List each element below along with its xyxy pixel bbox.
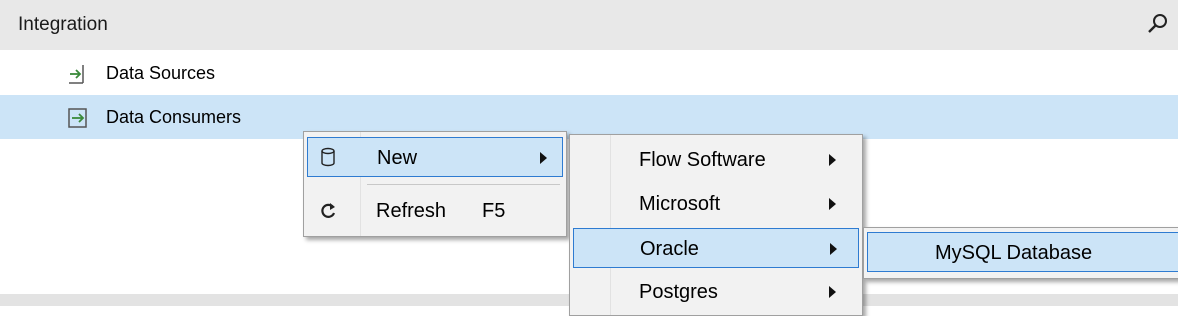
- menu-item-label: New: [377, 147, 418, 169]
- menu-item-flow-software[interactable]: Flow Software: [573, 140, 859, 180]
- menu-separator: [367, 184, 560, 185]
- chevron-right-icon: [540, 152, 547, 164]
- tree-item-data-sources[interactable]: Data Sources: [0, 51, 1178, 95]
- search-icon[interactable]: [1146, 12, 1170, 36]
- panel-title: Integration: [18, 14, 108, 35]
- tree-item-label: Data Consumers: [106, 107, 242, 127]
- database-icon: [318, 147, 338, 173]
- submenu-new: Flow Software Microsoft Oracle Postgres: [569, 134, 863, 316]
- menu-item-label: Flow Software: [639, 149, 766, 171]
- context-menu: New Refresh F5: [303, 131, 567, 237]
- menu-item-label: Microsoft: [639, 193, 721, 215]
- menu-item-mysql-database[interactable]: MySQL Database: [867, 232, 1178, 272]
- chevron-right-icon: [829, 286, 836, 298]
- tree-item-label: Data Sources: [106, 63, 216, 83]
- refresh-icon: [318, 201, 338, 227]
- data-consumer-icon: [67, 107, 89, 129]
- menu-item-shortcut: F5: [482, 200, 506, 222]
- menu-item-label: Oracle: [640, 238, 699, 260]
- menu-item-new[interactable]: New: [307, 137, 563, 177]
- submenu-oracle: MySQL Database: [863, 227, 1178, 279]
- tree-item-data-consumers[interactable]: Data Consumers: [0, 95, 1178, 139]
- menu-item-refresh[interactable]: Refresh F5: [307, 191, 563, 231]
- menu-item-label: MySQL Database: [935, 242, 1093, 264]
- menu-item-label: Refresh: [376, 200, 447, 222]
- menu-item-label: Postgres: [639, 281, 718, 303]
- chevron-right-icon: [829, 154, 836, 166]
- data-source-icon: [67, 63, 89, 85]
- chevron-right-icon: [829, 198, 836, 210]
- menu-item-microsoft[interactable]: Microsoft: [573, 184, 859, 224]
- menu-item-postgres[interactable]: Postgres: [573, 272, 859, 312]
- menu-item-oracle[interactable]: Oracle: [573, 228, 859, 268]
- chevron-right-icon: [830, 243, 837, 255]
- panel-header: Integration: [0, 0, 1178, 50]
